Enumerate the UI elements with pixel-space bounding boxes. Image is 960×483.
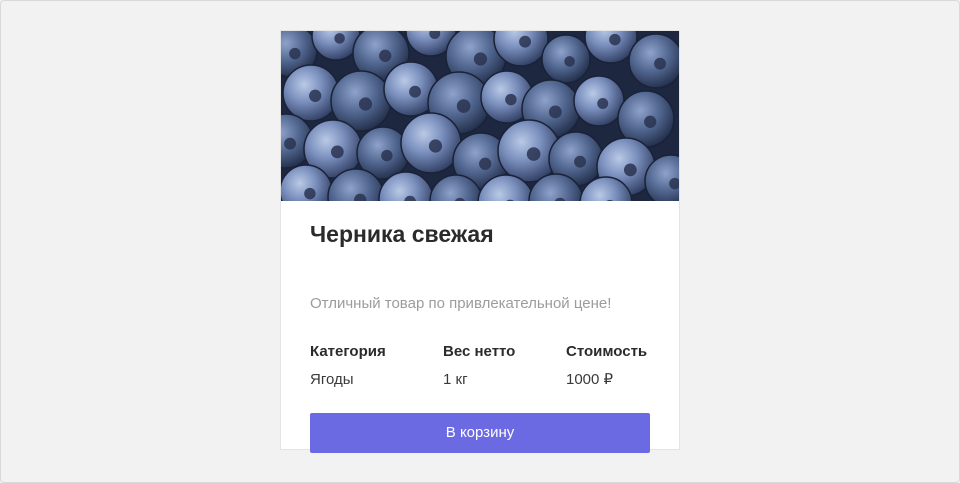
berry-crown-shape (505, 93, 517, 106)
spec-price: Стоимость 1000 ₽ (566, 342, 647, 390)
product-description: Отличный товар по привлекательной цене! (310, 295, 612, 312)
spec-value: 1000 ₽ (566, 371, 614, 388)
add-to-cart-button[interactable]: В корзину (310, 413, 650, 453)
berry-crown-shape (358, 97, 373, 111)
berry-crown-shape (654, 57, 666, 70)
berry-crown-shape (330, 145, 344, 159)
berry-crown-shape (456, 99, 471, 113)
blueberries-photo (281, 31, 679, 201)
berry-crown-shape (548, 105, 562, 119)
product-image (281, 31, 679, 201)
berry-crown-shape (381, 149, 393, 162)
berry-crown-shape (574, 155, 586, 168)
berry-crown-shape (284, 137, 296, 150)
berry-crown-shape (479, 157, 492, 170)
spec-label: Вес нетто (443, 343, 516, 360)
berry-crown-shape (526, 147, 541, 161)
spec-weight: Вес нетто 1 кг (443, 342, 515, 390)
berry-crown-shape (289, 47, 301, 60)
berry-crown-shape (519, 35, 531, 48)
berry-crown-shape (609, 33, 621, 46)
berry-crown-shape (409, 85, 421, 98)
berry-crown-shape (379, 49, 392, 62)
berry-crown-shape (597, 98, 609, 109)
berry-crown-shape (623, 163, 637, 177)
berry-crown-shape (309, 89, 322, 102)
product-card: Черника свежая Отличный товар по привлек… (280, 30, 680, 453)
spec-value: Ягоды (310, 371, 354, 388)
spec-category: Категория Ягоды (310, 342, 386, 390)
berry-crown-shape (428, 139, 443, 153)
berry-crown-shape (304, 187, 316, 200)
berry-shape (628, 33, 679, 89)
spec-label: Категория (310, 343, 386, 360)
spec-label: Стоимость (566, 343, 648, 360)
product-title: Черника свежая (310, 221, 494, 247)
berry-crown-shape (473, 52, 488, 66)
berry-crown-shape (334, 33, 345, 44)
berry-crown-shape (644, 115, 657, 128)
spec-value: 1 кг (443, 371, 468, 388)
berry-crown-shape (564, 56, 575, 67)
